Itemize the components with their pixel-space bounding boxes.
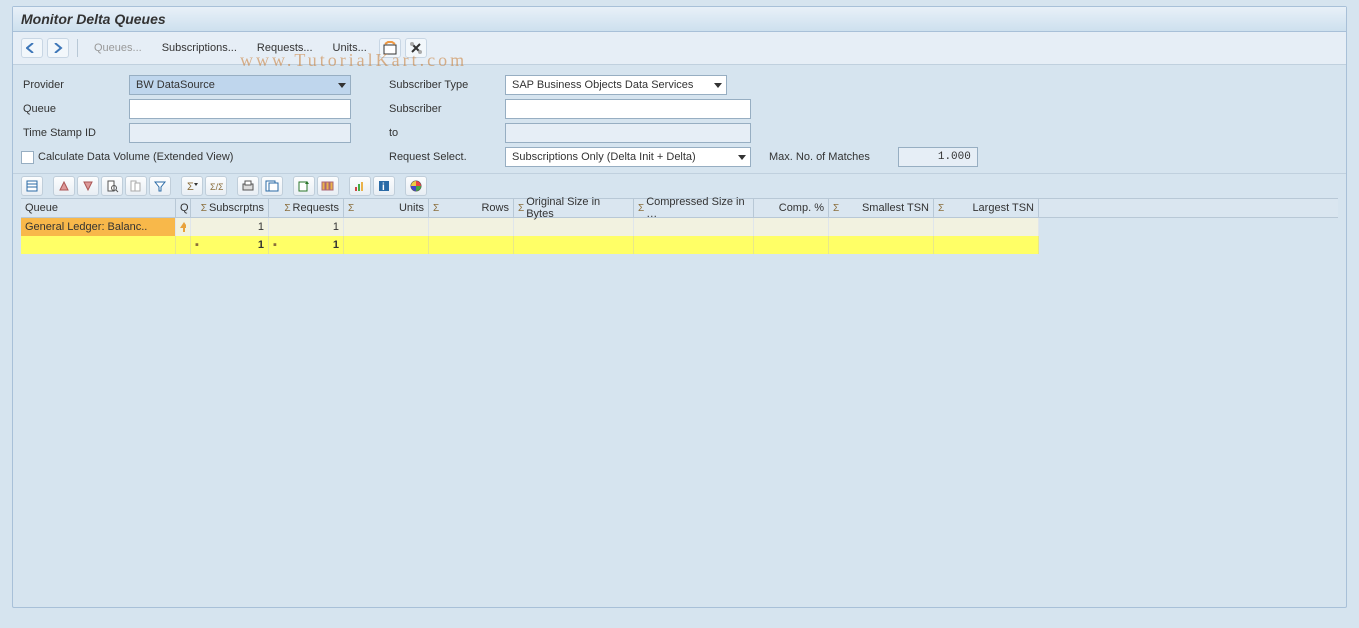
svg-text:Σ/Σ: Σ/Σ	[210, 182, 223, 192]
sort-asc-icon[interactable]	[53, 176, 75, 196]
label-queue: Queue	[21, 103, 129, 115]
subscriber-type-value: SAP Business Objects Data Services	[512, 79, 693, 91]
col-q[interactable]: Q	[176, 199, 191, 217]
menu-queues[interactable]: Queues...	[86, 39, 150, 57]
col-comp-size[interactable]: ΣCompressed Size in …	[634, 199, 754, 217]
info-icon[interactable]: i	[373, 176, 395, 196]
subscriber-type-select[interactable]: SAP Business Objects Data Services	[505, 75, 727, 95]
col-subscriptions[interactable]: ΣSubscrptns	[191, 199, 269, 217]
col-units[interactable]: ΣUnits	[344, 199, 429, 217]
label-subscriber-type: Subscriber Type	[387, 79, 505, 91]
col-smallest-tsn[interactable]: ΣSmallest TSN	[829, 199, 934, 217]
col-orig-size[interactable]: ΣOriginal Size in Bytes	[514, 199, 634, 217]
grid-header: Queue Q ΣSubscrptns ΣRequests ΣUnits ΣRo…	[21, 198, 1338, 218]
sum-icon[interactable]: Σ	[181, 176, 203, 196]
table-totals-row: ▪1 ▪1	[21, 236, 1338, 254]
label-subscriber: Subscriber	[387, 103, 505, 115]
sort-desc-icon[interactable]	[77, 176, 99, 196]
separator	[77, 39, 78, 57]
total-requests: ▪1	[269, 236, 344, 254]
find-icon[interactable]	[101, 176, 123, 196]
cell-largest-tsn	[934, 218, 1039, 236]
cell-units	[344, 218, 429, 236]
print-icon[interactable]	[237, 176, 259, 196]
provider-select[interactable]: BW DataSource	[129, 75, 351, 95]
label-to: to	[387, 127, 505, 139]
svg-text:Σ: Σ	[187, 181, 194, 193]
label-request-select: Request Select.	[387, 151, 505, 163]
views-icon[interactable]	[261, 176, 283, 196]
layout-icon[interactable]	[317, 176, 339, 196]
tools-icon[interactable]	[405, 38, 427, 58]
window-title: Monitor Delta Queues	[13, 7, 1346, 32]
request-select-value: Subscriptions Only (Delta Init + Delta)	[512, 151, 696, 163]
max-matches-input[interactable]: 1.000	[898, 147, 978, 167]
label-calc-volume: Calculate Data Volume (Extended View)	[38, 151, 233, 163]
col-comp-pct[interactable]: Comp. %	[754, 199, 829, 217]
timestamp-input[interactable]	[129, 123, 351, 143]
label-timestamp: Time Stamp ID	[21, 127, 129, 139]
filter-icon[interactable]	[149, 176, 171, 196]
provider-value: BW DataSource	[136, 79, 215, 91]
queue-input[interactable]	[129, 99, 351, 119]
details-icon[interactable]	[21, 176, 43, 196]
main-window: Monitor Delta Queues Queues... Subscript…	[12, 6, 1347, 608]
svg-text:i: i	[382, 182, 385, 193]
grid-toolbar: Σ Σ/Σ i	[13, 173, 1346, 198]
to-input[interactable]	[505, 123, 751, 143]
menu-requests[interactable]: Requests...	[249, 39, 321, 57]
col-requests[interactable]: ΣRequests	[269, 199, 344, 217]
menu-units[interactable]: Units...	[325, 39, 375, 57]
chart-icon[interactable]	[349, 176, 371, 196]
col-rows[interactable]: ΣRows	[429, 199, 514, 217]
criteria-panel: Provider BW DataSource Subscriber Type S…	[13, 65, 1346, 173]
cell-requests: 1	[269, 218, 344, 236]
label-provider: Provider	[21, 79, 129, 91]
menu-subscriptions[interactable]: Subscriptions...	[154, 39, 245, 57]
subtotal-icon[interactable]: Σ/Σ	[205, 176, 227, 196]
extras-icon[interactable]	[405, 176, 427, 196]
back-button[interactable]	[21, 38, 43, 58]
find-next-icon[interactable]	[125, 176, 147, 196]
calc-volume-checkbox[interactable]	[21, 151, 34, 164]
chevron-down-icon	[738, 155, 746, 160]
cell-rows	[429, 218, 514, 236]
request-select[interactable]: Subscriptions Only (Delta Init + Delta)	[505, 147, 751, 167]
toolbar-main: Queues... Subscriptions... Requests... U…	[13, 32, 1346, 65]
cell-comp-size	[634, 218, 754, 236]
result-grid: Queue Q ΣSubscrptns ΣRequests ΣUnits ΣRo…	[21, 198, 1338, 254]
total-subscriptions: ▪1	[191, 236, 269, 254]
cell-comp-pct	[754, 218, 829, 236]
col-largest-tsn[interactable]: ΣLargest TSN	[934, 199, 1039, 217]
export-icon[interactable]	[293, 176, 315, 196]
cell-subscriptions: 1	[191, 218, 269, 236]
cell-q-icon	[176, 218, 191, 236]
col-queue[interactable]: Queue	[21, 199, 176, 217]
label-max-matches: Max. No. of Matches	[769, 151, 870, 163]
chevron-down-icon	[714, 83, 722, 88]
cell-smallest-tsn	[829, 218, 934, 236]
refresh-icon[interactable]	[379, 38, 401, 58]
cell-orig-size	[514, 218, 634, 236]
table-row[interactable]: General Ledger: Balanc.. 1 1	[21, 218, 1338, 236]
chevron-down-icon	[338, 83, 346, 88]
forward-button[interactable]	[47, 38, 69, 58]
subscriber-input[interactable]	[505, 99, 751, 119]
cell-queue: General Ledger: Balanc..	[21, 218, 176, 236]
